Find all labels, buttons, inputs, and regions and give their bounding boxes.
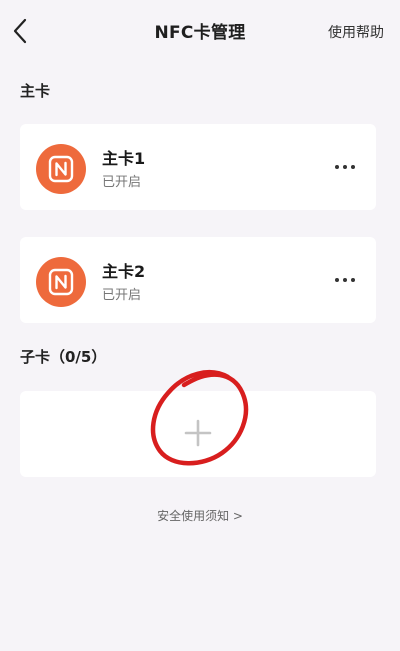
card-name: 主卡1 <box>102 149 146 168</box>
safety-instructions-link[interactable]: 安全使用须知 > <box>0 507 400 524</box>
primary-card-1[interactable]: 主卡1 已开启 <box>20 124 376 210</box>
primary-card-2[interactable]: 主卡2 已开启 <box>20 237 376 323</box>
nfc-card-management-page: NFC卡管理 使用帮助 主卡 主卡1 已开启 主卡2 已开启 子卡（0/5） 安… <box>0 0 400 651</box>
more-dots-icon <box>335 165 355 169</box>
primary-card-section-title: 主卡 <box>20 82 51 100</box>
plus-icon <box>184 419 212 447</box>
nfc-icon <box>36 144 86 194</box>
more-button[interactable] <box>330 154 360 180</box>
more-button[interactable] <box>330 267 360 293</box>
add-sub-card[interactable] <box>20 391 376 477</box>
add-sub-card-button[interactable] <box>178 413 218 453</box>
card-status: 已开启 <box>102 175 142 190</box>
header: NFC卡管理 使用帮助 <box>0 0 400 64</box>
nfc-icon <box>36 257 86 307</box>
more-dots-icon <box>335 278 355 282</box>
card-name: 主卡2 <box>102 262 146 281</box>
sub-card-section-title: 子卡（0/5） <box>20 348 107 366</box>
card-status: 已开启 <box>102 288 142 303</box>
help-link[interactable]: 使用帮助 <box>328 22 384 42</box>
